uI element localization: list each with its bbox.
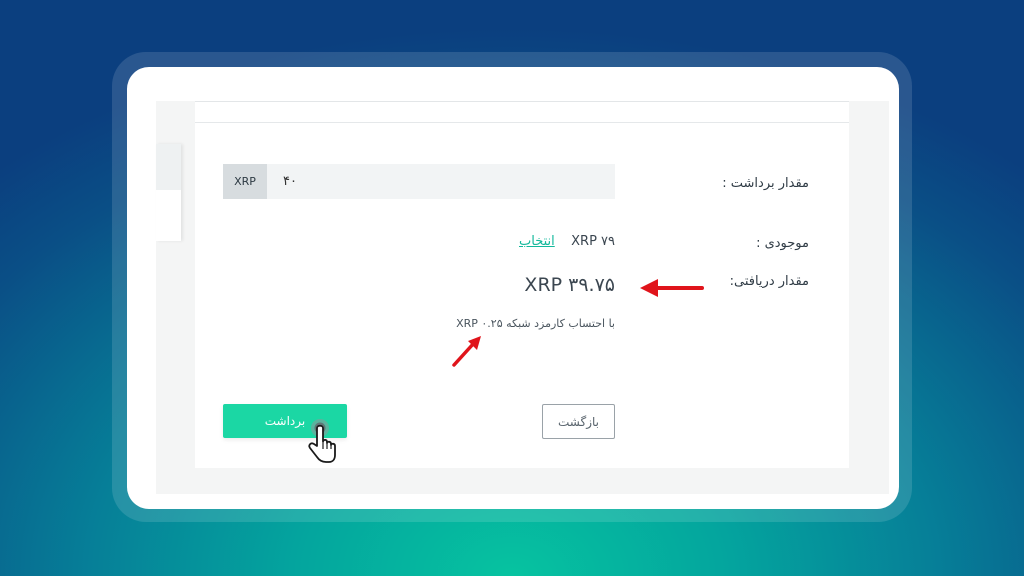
back-button[interactable]: بازگشت <box>542 404 615 439</box>
balance-value: XRP ۷۹ <box>571 234 615 249</box>
select-balance-link[interactable]: انتخاب <box>519 234 555 249</box>
balance-label: موجودی : <box>756 236 809 251</box>
received-label: مقدار دریافتی: <box>729 274 809 289</box>
amount-input-group[interactable]: XRP <box>223 164 615 199</box>
red-arrow-icon <box>640 279 704 297</box>
network-fee-note: با احتساب کارمزد شبکه XRP ۰.۲۵ <box>456 317 615 330</box>
amount-label: مقدار برداشت : <box>722 176 809 191</box>
card-divider <box>195 122 849 123</box>
red-arrow-icon <box>452 336 481 367</box>
side-panel-strip <box>156 144 181 190</box>
received-amount: XRP ۳۹.۷۵ <box>524 274 615 296</box>
withdraw-form-card: مقدار برداشت : XRP موجودی : انتخاب XRP ۷… <box>195 101 849 468</box>
amount-input[interactable] <box>267 173 605 190</box>
side-panel-stub <box>156 144 181 241</box>
amount-unit-badge: XRP <box>223 164 267 199</box>
pointing-hand-cursor-icon <box>308 419 336 463</box>
balance-row: انتخاب XRP ۷۹ <box>519 234 615 249</box>
device-screen: مقدار برداشت : XRP موجودی : انتخاب XRP ۷… <box>127 67 899 509</box>
